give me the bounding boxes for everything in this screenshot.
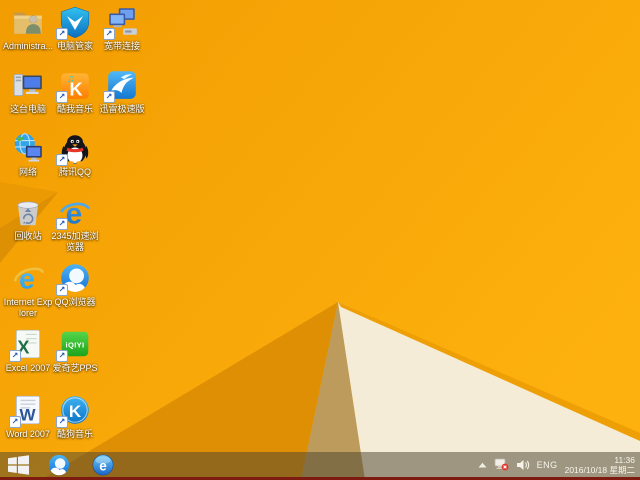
icon-label: 腾讯QQ (58, 167, 91, 177)
volume-icon[interactable] (516, 459, 530, 471)
desktop-icon-broadband[interactable]: ↗ 宽带连接 (97, 5, 147, 52)
qq-browser-icon: ↗ (56, 261, 92, 296)
word-icon: W ↗ (9, 393, 45, 428)
shortcut-arrow-icon: ↗ (56, 91, 68, 103)
qq-penguin-icon: ↗ (56, 131, 92, 166)
icon-label: 酷狗音乐 (56, 429, 93, 439)
shortcut-arrow-icon: ↗ (103, 28, 115, 40)
desktop-icon-pc-manager[interactable]: ↗ 电脑管家 (50, 5, 100, 52)
svg-text:K: K (69, 402, 82, 421)
icon-label: QQ浏览器 (54, 297, 96, 307)
icon-label: Word 2007 (6, 429, 50, 439)
icon-label: Internet Explorer (3, 297, 53, 318)
icon-label: 酷我音乐 (56, 104, 93, 114)
desktop-icon-this-pc[interactable]: 这台电脑 (3, 68, 53, 115)
desktop-icon-qq[interactable]: ↗ 腾讯QQ (50, 131, 100, 178)
system-tray: ENG 11:36 2016/10/18 星期二 (478, 455, 640, 475)
desktop-icon-internet-explorer[interactable]: e Internet Explorer (3, 261, 53, 319)
shortcut-arrow-icon: ↗ (56, 416, 68, 428)
icon-label: 宽带连接 (103, 41, 140, 51)
kugou-icon: K ↗ (56, 393, 92, 428)
icon-label: Administra... (3, 41, 54, 51)
shortcut-arrow-icon: ↗ (56, 350, 68, 362)
network-status-icon[interactable] (494, 458, 509, 471)
desktop-icon-qq-browser[interactable]: ↗ QQ浏览器 (50, 261, 100, 308)
desktop-icon-word[interactable]: W ↗ Word 2007 (3, 393, 53, 440)
desktop-icon-iqiyi[interactable]: iQIYI ↗ 爱奇艺PPS (50, 327, 100, 374)
icon-label: 2345加速浏览器 (51, 231, 99, 252)
clock-date: 2016/10/18 星期二 (564, 464, 635, 475)
globe-monitor-icon (11, 131, 45, 165)
shortcut-arrow-icon: ↗ (9, 416, 21, 428)
icon-label: 爱奇艺PPS (52, 363, 98, 373)
browser-e-icon: e ↗ (56, 195, 92, 230)
desktop-icon-kugou[interactable]: K ↗ 酷狗音乐 (50, 393, 100, 440)
svg-text:W: W (20, 406, 37, 425)
desktop-icon-2345-browser[interactable]: e ↗ 2345加速浏览器 (50, 195, 100, 253)
excel-icon: X ↗ (9, 327, 45, 362)
svg-text:iQIYI: iQIYI (66, 341, 85, 350)
language-indicator[interactable]: ENG (537, 460, 558, 470)
desktop-icon-network[interactable]: 网络 (3, 131, 53, 178)
shortcut-arrow-icon: ↗ (56, 284, 68, 296)
taskbar-qq-browser[interactable] (45, 452, 72, 477)
taskbar: e ENG 11:36 2016/10/18 星期二 (0, 452, 640, 477)
shield-icon: ↗ (56, 5, 92, 40)
iqiyi-icon: iQIYI ↗ (56, 327, 92, 362)
icon-label: 电脑管家 (56, 41, 93, 51)
taskbar-2345-browser[interactable]: e (89, 452, 116, 477)
network-connection-icon: ↗ (103, 5, 139, 40)
svg-text:e: e (66, 198, 83, 229)
clock[interactable]: 11:36 2016/10/18 星期二 (565, 455, 635, 475)
shortcut-arrow-icon: ↗ (56, 28, 68, 40)
administrator-folder-icon (11, 5, 45, 39)
shortcut-arrow-icon: ↗ (9, 350, 21, 362)
desktop-icon-administrator[interactable]: Administra... (3, 5, 53, 52)
desktop-icon-kuwo-music[interactable]: K ♫ ↗ 酷我音乐 (50, 68, 100, 115)
computer-icon (11, 68, 45, 102)
shortcut-arrow-icon: ↗ (56, 218, 68, 230)
desktop-icon-xunlei[interactable]: ↗ 迅雷极速版 (97, 68, 147, 115)
recycle-bin-icon (11, 195, 45, 229)
browser-e-icon: e (92, 454, 113, 475)
icon-label: 回收站 (14, 231, 42, 241)
ie-icon: e (11, 261, 45, 295)
shortcut-arrow-icon: ↗ (56, 154, 68, 166)
icon-label: Excel 2007 (5, 363, 51, 373)
desktop-icon-recycle-bin[interactable]: 回收站 (3, 195, 53, 242)
shortcut-arrow-icon: ↗ (103, 91, 115, 103)
svg-text:♫: ♫ (67, 73, 75, 85)
show-hidden-icons-caret[interactable] (478, 462, 487, 468)
start-button[interactable] (0, 452, 36, 477)
kuwo-music-icon: K ♫ ↗ (56, 68, 92, 103)
desktop-icon-excel[interactable]: X ↗ Excel 2007 (3, 327, 53, 374)
windows-logo-icon (7, 454, 29, 475)
svg-text:e: e (99, 458, 107, 473)
icon-label: 迅雷极速版 (99, 104, 145, 114)
clock-time: 11:36 (614, 454, 635, 465)
xunlei-bird-icon: ↗ (103, 68, 139, 103)
icon-label: 这台电脑 (9, 104, 46, 114)
qq-browser-icon (48, 454, 69, 475)
icon-label: 网络 (18, 167, 37, 177)
